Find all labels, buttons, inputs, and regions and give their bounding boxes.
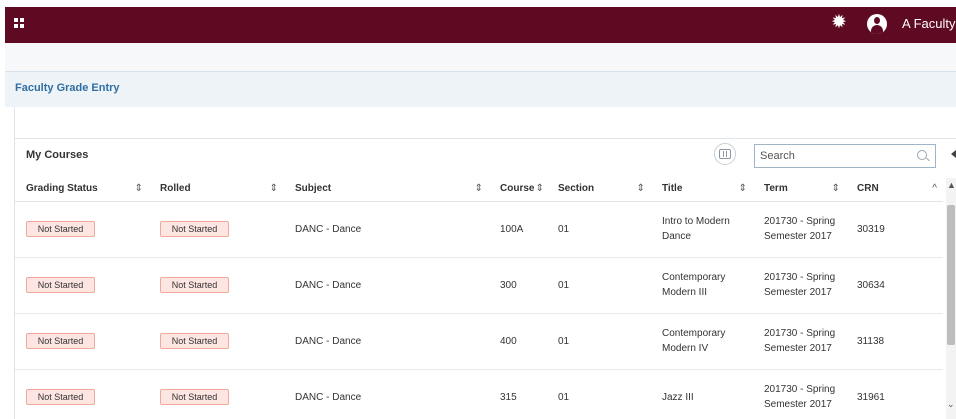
crn-cell: 31961 — [846, 369, 943, 419]
sort-icon[interactable]: ⇕ — [536, 183, 544, 194]
table-row[interactable]: Not Started Not Started DANC - Dance 315… — [15, 369, 943, 419]
grading-status-badge: Not Started — [26, 221, 95, 237]
column-header-course[interactable]: Course ⇕ — [489, 177, 547, 202]
column-header-rolled[interactable]: Rolled ⇕ — [149, 177, 284, 202]
collapse-panel-icon[interactable] — [951, 150, 956, 158]
top-bar: ✹ A Faculty — [5, 7, 956, 43]
section-cell: 01 — [547, 313, 651, 370]
scroll-up-icon[interactable]: ▲ — [947, 181, 956, 190]
course-cell: 315 — [489, 369, 547, 419]
table-row[interactable]: Not Started Not Started DANC - Dance 400… — [15, 313, 943, 370]
rolled-status-badge: Not Started — [160, 221, 229, 237]
crn-cell: 30634 — [846, 257, 943, 314]
column-chooser-button[interactable] — [714, 143, 736, 165]
title-cell: Jazz III — [662, 391, 694, 403]
course-cell: 100A — [489, 201, 547, 258]
column-header-title[interactable]: Title ⇕ — [651, 177, 753, 202]
column-header-section[interactable]: Section ⇕ — [547, 177, 651, 202]
page-title: Faculty Grade Entry — [15, 82, 120, 94]
user-avatar-icon[interactable] — [867, 14, 887, 34]
course-cell: 300 — [489, 257, 547, 314]
search-icon[interactable] — [917, 150, 927, 160]
sort-icon[interactable]: ⇕ — [270, 183, 278, 194]
columns-icon — [719, 149, 731, 159]
crn-cell: 31138 — [846, 313, 943, 370]
scrollbar-thumb[interactable] — [947, 205, 955, 345]
crn-cell: 30319 — [846, 201, 943, 258]
rolled-status-badge: Not Started — [160, 389, 229, 405]
sort-icon[interactable]: ⇕ — [475, 183, 483, 194]
scroll-down-icon[interactable]: ⌄ — [947, 400, 955, 409]
apps-grid-icon[interactable] — [14, 18, 25, 29]
title-cell: Contemporary Modern III — [662, 272, 726, 298]
table-row[interactable]: Not Started Not Started DANC - Dance 100… — [15, 201, 943, 258]
courses-table: Grading Status ⇕ Rolled ⇕ Subject ⇕ Course ⇕… — [15, 177, 943, 419]
subject-cell: DANC - Dance — [284, 257, 489, 314]
sort-icon[interactable]: ⇕ — [739, 183, 747, 194]
gear-icon[interactable]: ✹ — [831, 13, 847, 33]
sort-icon[interactable]: ⇕ — [135, 183, 143, 194]
page-header: Faculty Grade Entry — [5, 71, 956, 107]
course-cell: 400 — [489, 313, 547, 370]
courses-title: My Courses — [26, 149, 89, 161]
courses-panel: My Courses Grading Status⇕ Rolled⇕ Subje… — [14, 107, 956, 419]
user-name[interactable]: A Faculty — [902, 16, 955, 31]
subject-cell: DANC - Dance — [284, 201, 489, 258]
courses-toolbar: My Courses — [15, 139, 956, 177]
grading-status-badge: Not Started — [26, 277, 95, 293]
search-input[interactable] — [755, 145, 905, 167]
table-row[interactable]: Not Started Not Started DANC - Dance 300… — [15, 257, 943, 314]
term-cell: 201730 - Spring Semester 2017 — [764, 328, 836, 354]
term-cell: 201730 - Spring Semester 2017 — [764, 384, 836, 410]
panel-blank-area — [15, 107, 956, 139]
column-header-grading-status[interactable]: Grading Status ⇕ — [15, 177, 149, 202]
sort-icon[interactable]: ⇕ — [832, 183, 840, 194]
grading-status-badge: Not Started — [26, 333, 95, 349]
table-header-row: Grading Status ⇕ Rolled ⇕ Subject ⇕ Course ⇕… — [15, 177, 943, 202]
term-cell: 201730 - Spring Semester 2017 — [764, 216, 836, 242]
search-box[interactable] — [754, 144, 936, 168]
subject-cell: DANC - Dance — [284, 313, 489, 370]
term-cell: 201730 - Spring Semester 2017 — [764, 272, 836, 298]
grading-status-badge: Not Started — [26, 389, 95, 405]
section-cell: 01 — [547, 369, 651, 419]
sort-icon[interactable]: ^ — [932, 183, 937, 194]
sort-icon[interactable]: ⇕ — [637, 183, 645, 194]
table-scrollbar[interactable] — [946, 178, 956, 419]
section-cell: 01 — [547, 257, 651, 314]
breadcrumb-strip — [5, 43, 956, 71]
rolled-status-badge: Not Started — [160, 333, 229, 349]
title-cell: Contemporary Modern IV — [662, 328, 726, 354]
column-header-subject[interactable]: Subject ⇕ — [284, 177, 489, 202]
column-header-crn[interactable]: CRN ^ — [846, 177, 943, 202]
title-cell: Intro to Modern Dance — [662, 216, 730, 242]
column-header-term[interactable]: Term ⇕ — [753, 177, 846, 202]
rolled-status-badge: Not Started — [160, 277, 229, 293]
section-cell: 01 — [547, 201, 651, 258]
subject-cell: DANC - Dance — [284, 369, 489, 419]
